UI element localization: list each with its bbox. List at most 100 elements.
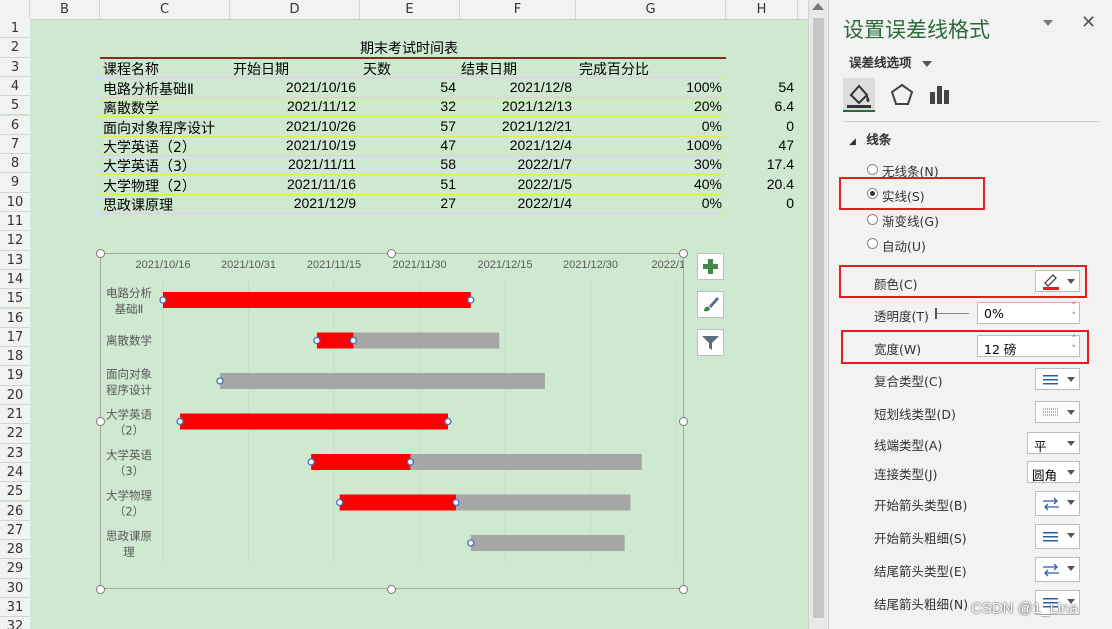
cell-pct[interactable]: 100% bbox=[686, 137, 722, 153]
cell-course[interactable]: 电路分析基础Ⅱ bbox=[103, 79, 194, 99]
row-header[interactable]: 20 bbox=[0, 385, 30, 405]
cell-course[interactable]: 思政课原理 bbox=[103, 195, 173, 215]
row-header[interactable]: 30 bbox=[0, 578, 30, 598]
worksheet[interactable]: B C D E F G H 1 2 3 4 5 6 7 8 9 10 11 12 13 14 15 16 17 1… bbox=[0, 0, 808, 629]
spin-up-icon[interactable]: ˄ bbox=[1072, 302, 1077, 312]
cell-pct[interactable]: 30% bbox=[694, 156, 722, 172]
row-header[interactable]: 2 bbox=[0, 38, 30, 58]
chart-styles-button[interactable] bbox=[697, 291, 724, 318]
cell-extra[interactable]: 17.4 bbox=[767, 156, 794, 172]
end-arrow-type-dropdown[interactable] bbox=[1035, 557, 1080, 582]
row-header[interactable]: 18 bbox=[0, 347, 30, 367]
scroll-up-icon[interactable] bbox=[812, 3, 824, 10]
slider-thumb[interactable] bbox=[935, 308, 937, 319]
cell-course[interactable]: 大学英语（3） bbox=[103, 156, 196, 176]
column-header-d[interactable]: D bbox=[230, 0, 360, 19]
row-header[interactable]: 32 bbox=[0, 617, 30, 629]
cell-pct[interactable]: 100% bbox=[686, 79, 722, 95]
cell-end[interactable]: 2021/12/4 bbox=[510, 137, 572, 153]
row-header[interactable]: 24 bbox=[0, 462, 30, 483]
cap-type-dropdown[interactable]: 平 bbox=[1027, 432, 1080, 454]
cell-days[interactable]: 32 bbox=[440, 98, 456, 114]
cell-extra[interactable]: 54 bbox=[778, 79, 794, 95]
row-header[interactable]: 11 bbox=[0, 212, 30, 232]
cell-start[interactable]: 2021/10/26 bbox=[286, 118, 356, 134]
row-header[interactable]: 13 bbox=[0, 250, 30, 270]
cell-end[interactable]: 2022/1/7 bbox=[518, 156, 573, 172]
row-header[interactable]: 5 bbox=[0, 96, 30, 116]
column-header-f[interactable]: F bbox=[460, 0, 576, 19]
column-header-h[interactable]: H bbox=[726, 0, 798, 19]
row-header[interactable]: 23 bbox=[0, 443, 30, 463]
cell-course[interactable]: 面向对象程序设计 bbox=[103, 118, 215, 138]
transparency-slider[interactable] bbox=[935, 308, 969, 319]
begin-arrow-size-dropdown[interactable] bbox=[1035, 524, 1080, 549]
cell-course[interactable]: 离散数学 bbox=[103, 98, 159, 118]
row-header[interactable]: 15 bbox=[0, 289, 30, 309]
cell-end[interactable]: 2022/1/5 bbox=[518, 176, 573, 192]
gantt-chart[interactable]: 2021/10/16 2021/10/31 2021/11/15 2021/11/30… bbox=[100, 253, 684, 589]
select-all-corner[interactable] bbox=[0, 0, 30, 19]
resize-handle-tr[interactable] bbox=[679, 249, 688, 258]
cell-start[interactable]: 2021/11/12 bbox=[287, 98, 356, 114]
cell-start[interactable]: 2021/11/11 bbox=[288, 156, 356, 172]
cell-pct[interactable]: 20% bbox=[694, 98, 722, 114]
resize-handle-bl[interactable] bbox=[96, 585, 105, 594]
resize-handle-tl[interactable] bbox=[96, 249, 105, 258]
radio-gradient-line[interactable] bbox=[867, 214, 878, 225]
column-header-g[interactable]: G bbox=[576, 0, 726, 19]
cell-days[interactable]: 54 bbox=[440, 79, 456, 95]
row-header[interactable]: 22 bbox=[0, 424, 30, 444]
resize-handle-br[interactable] bbox=[679, 585, 688, 594]
cell-days[interactable]: 27 bbox=[440, 195, 456, 211]
column-header-c[interactable]: C bbox=[100, 0, 230, 19]
options-tab[interactable] bbox=[925, 80, 955, 110]
row-header[interactable]: 26 bbox=[0, 501, 30, 521]
cell-course[interactable]: 大学英语（2） bbox=[103, 137, 196, 157]
compound-type-dropdown[interactable] bbox=[1035, 368, 1080, 390]
resize-handle-tm[interactable] bbox=[387, 249, 396, 258]
chart-elements-button[interactable] bbox=[697, 253, 724, 280]
pane-options-dropdown-icon[interactable] bbox=[1043, 20, 1053, 26]
cell-pct[interactable]: 0% bbox=[702, 118, 722, 134]
join-type-dropdown[interactable]: 圆角 bbox=[1027, 461, 1080, 483]
line-section-header[interactable]: ◢ 线条 bbox=[849, 129, 891, 148]
row-header[interactable]: 28 bbox=[0, 540, 30, 560]
cell-pct[interactable]: 40% bbox=[694, 176, 722, 192]
cell-extra[interactable]: 6.4 bbox=[775, 98, 794, 114]
column-header-e[interactable]: E bbox=[360, 0, 460, 19]
row-header[interactable]: 25 bbox=[0, 482, 30, 502]
resize-handle-ml[interactable] bbox=[96, 417, 105, 426]
cell-pct[interactable]: 0% bbox=[702, 195, 722, 211]
row-header[interactable]: 9 bbox=[0, 173, 30, 193]
row-header[interactable]: 17 bbox=[0, 327, 30, 348]
cell-start[interactable]: 2021/12/9 bbox=[294, 195, 356, 211]
cell-end[interactable]: 2021/12/21 bbox=[502, 118, 572, 134]
row-header[interactable]: 16 bbox=[0, 308, 30, 328]
cell-days[interactable]: 47 bbox=[440, 137, 456, 153]
row-header[interactable]: 1 bbox=[0, 19, 30, 39]
row-header[interactable]: 14 bbox=[0, 269, 30, 290]
spin-down-icon[interactable]: ˅ bbox=[1072, 312, 1077, 322]
row-header[interactable]: 31 bbox=[0, 598, 30, 618]
cell-end[interactable]: 2022/1/4 bbox=[518, 195, 573, 211]
cell-start[interactable]: 2021/10/16 bbox=[286, 79, 356, 95]
transparency-spinner[interactable]: 0% ˄ ˅ bbox=[977, 302, 1080, 324]
error-bar-options-tab[interactable]: 误差线选项 bbox=[849, 52, 932, 71]
vertical-scrollbar[interactable] bbox=[808, 0, 828, 629]
row-header[interactable]: 19 bbox=[0, 366, 30, 386]
cell-extra[interactable]: 47 bbox=[778, 137, 794, 153]
cell-end[interactable]: 2021/12/13 bbox=[502, 98, 572, 114]
row-header[interactable]: 12 bbox=[0, 231, 30, 251]
column-header-b[interactable]: B bbox=[30, 0, 100, 19]
row-header[interactable]: 4 bbox=[0, 76, 30, 97]
cell-extra[interactable]: 0 bbox=[786, 118, 794, 134]
radio-no-line[interactable] bbox=[867, 164, 878, 175]
effects-tab[interactable] bbox=[887, 80, 917, 110]
cell-days[interactable]: 57 bbox=[440, 118, 456, 134]
row-header[interactable]: 10 bbox=[0, 192, 30, 212]
chart-filters-button[interactable] bbox=[697, 329, 724, 356]
cell-course[interactable]: 大学物理（2） bbox=[103, 176, 196, 196]
scroll-thumb[interactable] bbox=[813, 18, 824, 618]
dash-type-dropdown[interactable] bbox=[1035, 401, 1080, 423]
